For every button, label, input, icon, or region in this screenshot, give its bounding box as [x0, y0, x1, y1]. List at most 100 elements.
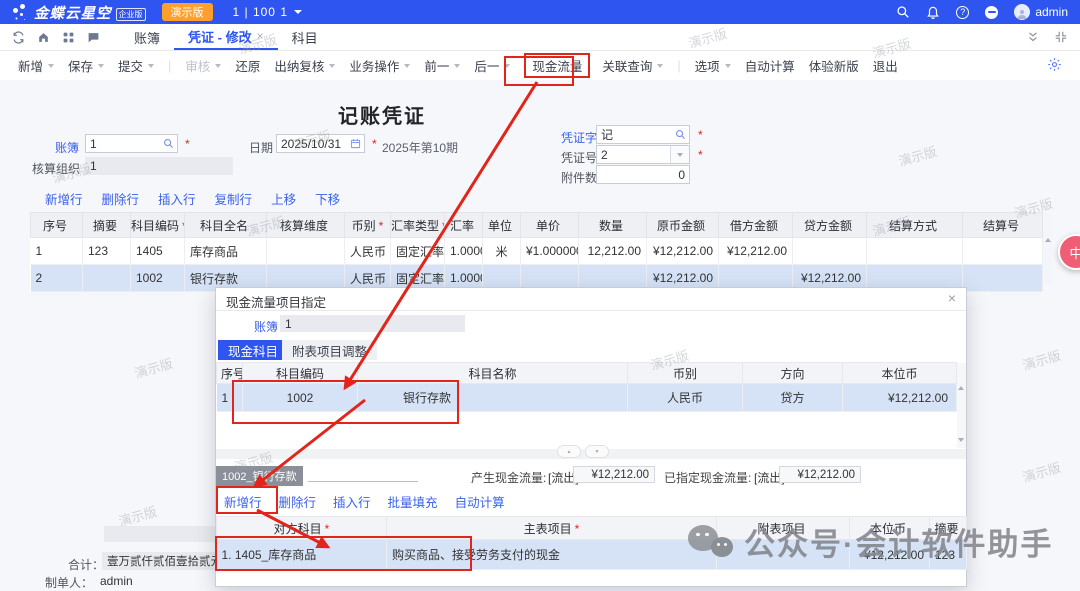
chat-icon[interactable]: [87, 31, 100, 44]
insert-row-button[interactable]: 插入行: [158, 189, 196, 208]
refresh-icon[interactable]: [12, 31, 25, 44]
dialog-book-label: 账簿: [254, 318, 278, 335]
date-input[interactable]: 2025/10/31: [276, 134, 365, 153]
batch-fill-button[interactable]: 批量填充: [388, 492, 438, 511]
floating-helper-button[interactable]: 中: [1058, 234, 1080, 270]
restore-button[interactable]: 还原: [235, 56, 260, 75]
apps-grid-icon[interactable]: [62, 31, 75, 44]
previous-button[interactable]: 前一: [424, 56, 460, 75]
col-account-name[interactable]: 科目名称: [358, 363, 628, 384]
help-icon[interactable]: ?: [956, 6, 969, 19]
search-icon[interactable]: [675, 129, 686, 140]
cashier-review-button[interactable]: 出纳复核: [274, 56, 335, 75]
related-query-button[interactable]: 关联查询: [602, 56, 663, 75]
audit-button[interactable]: 审核: [185, 56, 221, 75]
submit-button[interactable]: 提交: [118, 56, 154, 75]
collapse-double-chevron-icon[interactable]: [1026, 30, 1040, 44]
move-up-button[interactable]: 上移: [271, 189, 296, 208]
col-schedule-item[interactable]: 附表项目: [717, 517, 850, 540]
auto-calc-button[interactable]: 自动计算: [745, 56, 795, 75]
dialog-grid-scrollbar[interactable]: [957, 363, 966, 448]
tab-voucher-edit[interactable]: 凭证 - 修改 ×: [174, 24, 278, 50]
col-currency[interactable]: 币别*: [345, 213, 391, 238]
gear-icon[interactable]: [1047, 57, 1062, 72]
auto-calc-button[interactable]: 自动计算: [455, 492, 505, 511]
col-qty[interactable]: 数量: [579, 213, 647, 238]
demo-watermark: 演示版: [132, 353, 175, 382]
options-button[interactable]: 选项: [695, 56, 731, 75]
home-icon[interactable]: [37, 31, 50, 44]
cash-flow-dialog: 现金流量项目指定 × 账簿 1 现金科目 附表项目调整 序号▲ 科目编码 科目名…: [215, 287, 967, 587]
col-base-currency[interactable]: 本位币: [843, 363, 957, 384]
collapse-up-button[interactable]: ▲: [557, 445, 581, 458]
business-ops-button[interactable]: 业务操作: [349, 56, 410, 75]
close-icon[interactable]: ×: [948, 290, 956, 306]
col-price[interactable]: 单价: [521, 213, 579, 238]
col-currency[interactable]: 币别: [628, 363, 743, 384]
add-row-button[interactable]: 新增行: [45, 189, 83, 208]
scroll-up-icon[interactable]: [958, 386, 964, 390]
attachment-input[interactable]: 0: [596, 165, 690, 184]
col-dimension[interactable]: 核算维度: [267, 213, 345, 238]
col-base-currency[interactable]: 本位币: [850, 517, 930, 540]
cash-account-row[interactable]: 1 1002 银行存款 人民币 贷方 ¥12,212.00: [217, 384, 957, 412]
tab-cash-accounts[interactable]: 现金科目: [218, 340, 288, 360]
next-button[interactable]: 后一: [474, 56, 510, 75]
word-input[interactable]: 记: [596, 125, 690, 144]
col-main-item[interactable]: 主表项目*: [387, 517, 717, 540]
delete-row-button[interactable]: 删除行: [102, 189, 140, 208]
col-debit[interactable]: 借方金额: [719, 213, 793, 238]
number-input[interactable]: 2: [596, 145, 690, 164]
expand-down-button[interactable]: ▼: [585, 445, 609, 458]
col-seq[interactable]: 序号: [31, 213, 83, 238]
col-unit[interactable]: 单位: [483, 213, 521, 238]
col-rate[interactable]: 汇率: [445, 213, 483, 238]
col-credit[interactable]: 贷方金额: [793, 213, 867, 238]
col-seq[interactable]: 序号▲: [217, 363, 243, 384]
search-icon[interactable]: [163, 138, 174, 149]
separator: |: [677, 59, 680, 73]
org-label: 核算组织: [32, 160, 80, 177]
scroll-up-icon[interactable]: [1045, 238, 1051, 242]
scroll-down-icon[interactable]: [958, 438, 964, 442]
col-summary[interactable]: 摘要: [83, 213, 131, 238]
col-account-code[interactable]: 科目编码: [243, 363, 358, 384]
book-input[interactable]: 1: [85, 134, 178, 153]
search-icon[interactable]: [896, 5, 910, 19]
org-selector-label: 1 | 100 1: [233, 5, 289, 19]
calendar-icon[interactable]: [350, 138, 361, 149]
save-button[interactable]: 保存: [68, 56, 104, 75]
col-counter-account[interactable]: 对方科目*: [217, 517, 387, 540]
col-settle-no[interactable]: 结算号: [963, 213, 1043, 238]
move-down-button[interactable]: 下移: [315, 189, 340, 208]
cash-flow-button[interactable]: 现金流量: [524, 53, 590, 78]
org-selector[interactable]: 1 | 100 1: [233, 5, 303, 19]
do-not-disturb-icon[interactable]: [985, 6, 998, 19]
col-direction[interactable]: 方向: [743, 363, 843, 384]
try-new-version-button[interactable]: 体验新版: [809, 56, 859, 75]
bell-icon[interactable]: [926, 5, 940, 19]
delete-row-button[interactable]: 删除行: [279, 492, 317, 511]
copy-row-button[interactable]: 复制行: [215, 189, 253, 208]
col-account-code[interactable]: 科目编码*: [131, 213, 185, 238]
voucher-row-1[interactable]: 11231405库存商品人民币固定汇率1.0000米¥1.00000012,21…: [31, 238, 1043, 265]
chevron-down-icon: [504, 64, 510, 68]
col-rate-type[interactable]: 汇率类型*: [391, 213, 445, 238]
close-icon[interactable]: ×: [257, 29, 264, 43]
grid-scrollbar[interactable]: [1044, 214, 1052, 284]
attachment-label: 附件数: [561, 169, 597, 186]
col-account-name[interactable]: 科目全名: [185, 213, 267, 238]
tab-accounts[interactable]: 科目: [278, 24, 332, 50]
flow-item-row[interactable]: 1. 1405_库存商品 购买商品、接受劳务支付的现金 ¥12,212.00 1…: [217, 540, 967, 570]
exit-button[interactable]: 退出: [873, 56, 898, 75]
layout-expand-icon[interactable]: [1054, 30, 1068, 44]
new-button[interactable]: 新增: [18, 56, 54, 75]
col-summary[interactable]: 摘要: [930, 517, 967, 540]
col-original-amount[interactable]: 原币金额: [647, 213, 719, 238]
col-settle-method[interactable]: 结算方式: [867, 213, 963, 238]
add-row-button[interactable]: 新增行: [224, 492, 262, 511]
tab-account-books[interactable]: 账簿: [120, 24, 174, 50]
tab-schedule-adjust[interactable]: 附表项目调整: [282, 340, 377, 360]
insert-row-button[interactable]: 插入行: [333, 492, 371, 511]
avatar[interactable]: [1014, 4, 1030, 20]
